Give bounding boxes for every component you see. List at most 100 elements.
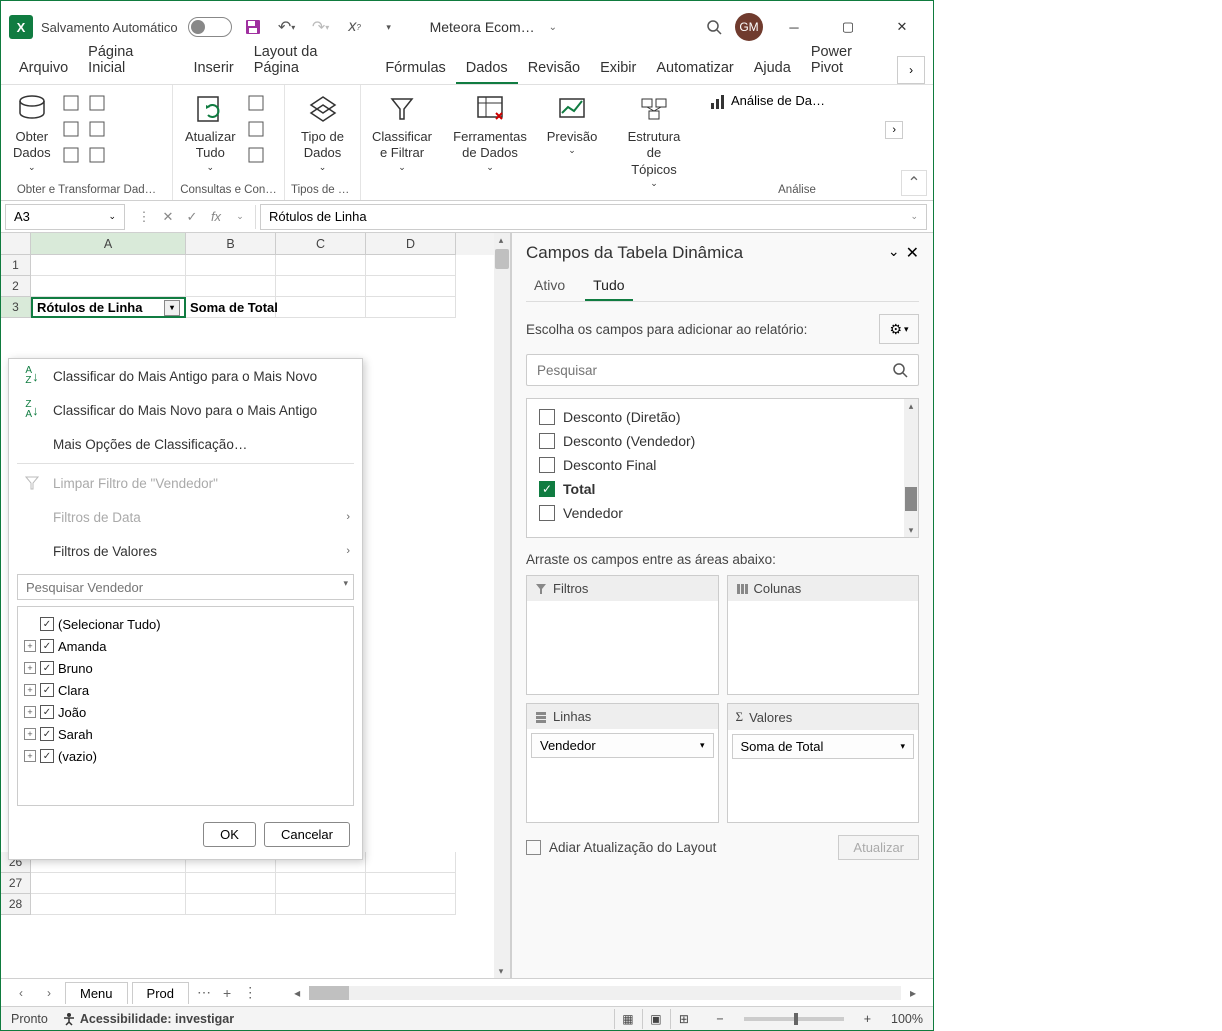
cell[interactable] bbox=[276, 255, 366, 276]
filter-item[interactable]: +Amanda bbox=[24, 635, 347, 657]
cell[interactable] bbox=[31, 276, 186, 297]
filter-dropdown-button[interactable]: ▾ bbox=[164, 300, 180, 316]
clear-format-button[interactable]: x? bbox=[342, 14, 368, 40]
cell[interactable] bbox=[276, 276, 366, 297]
save-button[interactable] bbox=[240, 14, 266, 40]
tab-review[interactable]: Revisão bbox=[518, 54, 590, 84]
zoom-in-button[interactable]: + bbox=[858, 1012, 877, 1026]
user-avatar[interactable]: GM bbox=[735, 13, 763, 41]
cell[interactable] bbox=[366, 873, 456, 894]
sheet-nav-next[interactable]: › bbox=[37, 986, 61, 1000]
field-item[interactable]: Desconto (Vendedor) bbox=[531, 429, 914, 453]
area-field-vendedor[interactable]: Vendedor▾ bbox=[531, 733, 714, 758]
expand-icon[interactable]: + bbox=[24, 706, 36, 718]
ok-button[interactable]: OK bbox=[203, 822, 256, 847]
sheet-tab[interactable]: Menu bbox=[65, 982, 128, 1004]
cell[interactable] bbox=[276, 894, 366, 915]
values-area[interactable]: ΣValores Soma de Total▾ bbox=[727, 703, 920, 823]
qat-overflow-button[interactable]: ▾ bbox=[376, 14, 402, 40]
tab-insert[interactable]: Inserir bbox=[183, 54, 243, 84]
page-break-view-button[interactable]: ⊞ bbox=[670, 1009, 696, 1029]
pivot-pane-options-icon[interactable]: ⌄ bbox=[888, 243, 900, 263]
edit-links-icon[interactable] bbox=[244, 143, 268, 167]
update-button[interactable]: Atualizar bbox=[838, 835, 919, 860]
tab-help[interactable]: Ajuda bbox=[744, 54, 801, 84]
field-item[interactable]: Vendedor bbox=[531, 501, 914, 525]
checkbox-icon[interactable] bbox=[40, 661, 54, 675]
tab-file[interactable]: Arquivo bbox=[9, 54, 78, 84]
tab-formulas[interactable]: Fórmulas bbox=[375, 54, 455, 84]
cell[interactable] bbox=[366, 852, 456, 873]
collapse-ribbon-button[interactable]: ⌃ bbox=[901, 170, 927, 196]
cell[interactable] bbox=[31, 873, 186, 894]
row-header[interactable]: 28 bbox=[1, 894, 31, 915]
tab-automate[interactable]: Automatizar bbox=[646, 54, 743, 84]
cell[interactable] bbox=[366, 297, 456, 318]
autosave-toggle[interactable] bbox=[188, 17, 232, 37]
filter-item[interactable]: +Clara bbox=[24, 679, 347, 701]
sheet-tabs-more-icon[interactable]: ⋯ bbox=[193, 984, 215, 1001]
pivot-tab-all[interactable]: Tudo bbox=[585, 271, 632, 301]
pivot-search-input[interactable] bbox=[537, 363, 892, 378]
value-filters-item[interactable]: Filtros de Valores › bbox=[9, 534, 362, 568]
from-text-icon[interactable] bbox=[59, 91, 83, 115]
pivot-settings-button[interactable]: ⚙▾ bbox=[879, 314, 919, 344]
cell[interactable] bbox=[186, 255, 276, 276]
checkbox-icon[interactable] bbox=[40, 639, 54, 653]
tab-pagelayout[interactable]: Layout da Página bbox=[244, 38, 376, 84]
checkbox-icon[interactable] bbox=[40, 749, 54, 763]
data-type-button[interactable]: Tipo de Dados ⌄ bbox=[291, 89, 354, 175]
recent-sources-icon[interactable] bbox=[85, 117, 109, 141]
outline-button[interactable]: Estrutura de Tópicos ⌄ bbox=[613, 89, 695, 191]
from-web-icon[interactable] bbox=[85, 91, 109, 115]
cell[interactable] bbox=[366, 255, 456, 276]
field-item[interactable]: Desconto Final bbox=[531, 453, 914, 477]
row-header[interactable]: 1 bbox=[1, 255, 31, 276]
namebox-more-icon[interactable]: ⋮ bbox=[133, 205, 155, 229]
cancel-formula-icon[interactable]: ✕ bbox=[157, 205, 179, 229]
select-all-corner[interactable] bbox=[1, 233, 31, 255]
cell[interactable] bbox=[276, 297, 366, 318]
cell[interactable] bbox=[31, 894, 186, 915]
cell[interactable] bbox=[186, 276, 276, 297]
search-dropdown-icon[interactable]: ▾ bbox=[343, 578, 348, 589]
sheet-menu-icon[interactable]: ⋮ bbox=[239, 984, 261, 1001]
column-header[interactable]: A bbox=[31, 233, 186, 255]
get-data-button[interactable]: Obter Dados ⌄ bbox=[7, 89, 57, 175]
sheet-tab[interactable]: Prod bbox=[132, 982, 189, 1004]
forecast-button[interactable]: Previsão ⌄ bbox=[543, 89, 601, 159]
sheet-nav-prev[interactable]: ‹ bbox=[9, 986, 33, 1000]
filter-search-input[interactable] bbox=[17, 574, 354, 600]
zoom-out-button[interactable]: − bbox=[710, 1012, 729, 1026]
redo-button[interactable]: ↷▾ bbox=[308, 14, 334, 40]
properties-icon[interactable] bbox=[244, 117, 268, 141]
from-table-icon[interactable] bbox=[59, 117, 83, 141]
sheet-add-button[interactable]: + bbox=[219, 985, 235, 1001]
data-analysis-button[interactable]: Análise de Da… bbox=[731, 93, 825, 108]
tab-view[interactable]: Exibir bbox=[590, 54, 646, 84]
cancel-button[interactable]: Cancelar bbox=[264, 822, 350, 847]
existing-conn-icon[interactable] bbox=[59, 143, 83, 167]
expand-icon[interactable]: + bbox=[24, 750, 36, 762]
name-box[interactable]: A3 ⌄ bbox=[5, 204, 125, 230]
cell[interactable] bbox=[186, 873, 276, 894]
fields-scrollbar[interactable]: ▴ ▾ bbox=[904, 399, 918, 537]
row-header[interactable]: 27 bbox=[1, 873, 31, 894]
pivot-tab-active[interactable]: Ativo bbox=[526, 271, 573, 301]
cell[interactable] bbox=[366, 276, 456, 297]
accessibility-status[interactable]: Acessibilidade: investigar bbox=[62, 1012, 234, 1026]
data-tools-button[interactable]: Ferramentas de Dados ⌄ bbox=[449, 89, 531, 175]
tab-powerpivot[interactable]: Power Pivot bbox=[801, 38, 897, 84]
undo-button[interactable]: ↶▾ bbox=[274, 14, 300, 40]
queries-icon[interactable] bbox=[244, 91, 268, 115]
pivot-value-header-cell[interactable]: Soma de Total bbox=[186, 297, 276, 318]
filter-item[interactable]: +Sarah bbox=[24, 723, 347, 745]
checkbox-icon[interactable] bbox=[40, 683, 54, 697]
formula-input[interactable]: Rótulos de Linha ⌄ bbox=[260, 204, 927, 230]
more-sort-item[interactable]: Mais Opções de Classificação… bbox=[9, 427, 362, 461]
filter-item[interactable]: +Bruno bbox=[24, 657, 347, 679]
filters-area[interactable]: Filtros bbox=[526, 575, 719, 695]
defer-layout-checkbox[interactable]: Adiar Atualização do Layout bbox=[526, 840, 716, 855]
zoom-slider[interactable] bbox=[744, 1017, 844, 1021]
field-item[interactable]: Total bbox=[531, 477, 914, 501]
